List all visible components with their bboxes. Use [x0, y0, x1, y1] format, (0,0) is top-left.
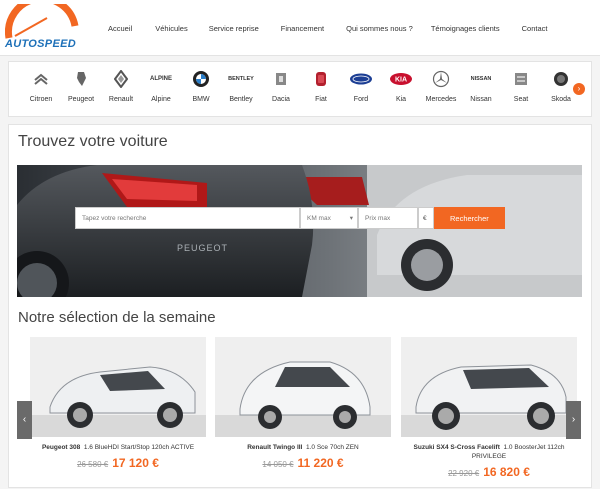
svg-text:PEUGEOT: PEUGEOT — [177, 243, 228, 253]
car-description: 1.0 Sce 70ch ZEN — [306, 444, 359, 451]
price-max-input[interactable]: Prix max — [358, 207, 418, 229]
brand-dacia[interactable]: Dacia — [261, 68, 301, 103]
brand-mercedes[interactable]: Mercedes — [421, 68, 461, 103]
chevron-right-icon[interactable]: › — [566, 401, 581, 439]
brand-alpine[interactable]: ALPINE Alpine — [141, 68, 181, 103]
brand-label: Peugeot — [67, 96, 95, 103]
car-photo — [401, 337, 577, 437]
current-price: 17 120 € — [112, 456, 159, 470]
car-card[interactable]: Suzuki SX4 S-Cross Facelift 1.0 BoosterJ… — [401, 337, 577, 489]
autospeed-logo[interactable]: AUTOSPEED — [4, 0, 79, 50]
search-bar: Tapez votre recherche KM max ▾ Prix max €… — [75, 207, 505, 229]
brand-label: Alpine — [151, 96, 171, 103]
chevron-down-icon: ▾ — [349, 215, 353, 222]
chevron-left-icon[interactable]: ‹ — [17, 401, 32, 439]
car-card[interactable]: Renault Twingo III 1.0 Sce 70ch ZEN 14 0… — [215, 337, 391, 489]
nav-financement[interactable]: Financement — [281, 24, 324, 33]
brand-seat[interactable]: Seat — [501, 68, 541, 103]
brand-peugeot[interactable]: Peugeot — [61, 68, 101, 103]
brand-label: Nissan — [470, 96, 492, 103]
fiat-logo-icon — [301, 68, 341, 90]
chevron-right-icon[interactable]: › — [573, 83, 585, 95]
bmw-logo-icon — [181, 68, 221, 90]
search-input[interactable]: Tapez votre recherche — [75, 207, 300, 229]
mercedes-logo-icon — [421, 68, 461, 90]
search-hero: PEUGEOT Tapez votre recherche KM max ▾ Pr… — [17, 165, 582, 297]
brand-bentley[interactable]: BENTLEY Bentley — [221, 68, 261, 103]
old-price: 14 050 € — [262, 460, 294, 469]
speedometer-logo-icon — [4, 0, 79, 39]
kia-logo-icon: KIA — [381, 68, 421, 90]
brand-label: Dacia — [272, 96, 290, 103]
current-price: 16 820 € — [483, 465, 530, 479]
nav-temoignages[interactable]: Témoignages clients — [431, 24, 500, 33]
brand-bmw[interactable]: BMW — [181, 68, 221, 103]
brand-ford[interactable]: Ford — [341, 68, 381, 103]
renault-logo-icon — [101, 68, 141, 90]
nav-accueil[interactable]: Accueil — [108, 24, 132, 33]
km-max-select[interactable]: KM max ▾ — [300, 207, 358, 229]
brand-citroen[interactable]: Citroen — [21, 68, 61, 103]
nav-contact[interactable]: Contact — [522, 24, 548, 33]
car-photo — [215, 337, 391, 437]
brand-label: Fiat — [315, 96, 327, 103]
brand-label: Seat — [513, 96, 529, 103]
seat-logo-icon — [501, 68, 541, 90]
nissan-logo-icon: NISSAN — [470, 76, 492, 82]
car-model: Renault Twingo III — [247, 444, 303, 451]
brand-label: Bentley — [229, 96, 253, 103]
hero-car-image: PEUGEOT — [17, 165, 582, 297]
search-button[interactable]: Rechercher — [434, 207, 505, 229]
brand-label: Renault — [108, 96, 134, 103]
brand-label: Kia — [395, 96, 407, 103]
selection-title: Notre sélection de la semaine — [18, 309, 216, 326]
main-panel: Trouvez votre voiture PEUGEOT Tapez votr… — [8, 124, 592, 488]
main-menu: Accueil Véhicules Service reprise Financ… — [95, 0, 547, 56]
dacia-logo-icon — [261, 68, 301, 90]
citroen-logo-icon — [21, 68, 61, 90]
top-navigation: AUTOSPEED Accueil Véhicules Service repr… — [0, 0, 600, 56]
brand-label: Ford — [353, 96, 369, 103]
brand-renault[interactable]: Renault — [101, 68, 141, 103]
svg-text:KIA: KIA — [395, 77, 407, 84]
brand-nissan[interactable]: NISSAN Nissan — [461, 68, 501, 103]
search-title: Trouvez votre voiture — [18, 133, 168, 150]
car-photo — [30, 337, 206, 437]
old-price: 22 920 € — [448, 469, 480, 478]
brand-label: Mercedes — [425, 96, 457, 103]
ford-logo-icon — [341, 68, 381, 90]
car-card[interactable]: Peugeot 308 1.6 BlueHDI Start/Stop 120ch… — [30, 337, 206, 489]
currency-label: € — [418, 207, 434, 229]
bentley-logo-icon: BENTLEY — [228, 76, 254, 82]
brand-carousel: Citroen Peugeot Renault ALPINE Alpine BM… — [8, 61, 592, 117]
nav-qui-sommes-nous[interactable]: Qui sommes nous ? — [346, 24, 413, 33]
current-price: 11 220 € — [297, 456, 344, 470]
brand-kia[interactable]: KIA Kia — [381, 68, 421, 103]
car-model: Peugeot 308 — [41, 444, 81, 451]
alpine-logo-icon: ALPINE — [149, 76, 172, 82]
old-price: 26 580 € — [77, 460, 109, 469]
brand-label: Skoda — [551, 96, 571, 103]
car-description: 1.6 BlueHDI Start/Stop 120ch ACTIVE — [83, 444, 195, 451]
brand-label: BMW — [192, 96, 210, 103]
nav-service-reprise[interactable]: Service reprise — [209, 24, 259, 33]
nav-vehicules[interactable]: Véhicules — [155, 24, 188, 33]
brand-label: Citroen — [29, 96, 53, 103]
brand-fiat[interactable]: Fiat — [301, 68, 341, 103]
logo-text: AUTOSPEED — [5, 38, 76, 50]
car-model: Suzuki SX4 S-Cross Facelift — [413, 444, 500, 451]
peugeot-logo-icon — [61, 68, 101, 90]
